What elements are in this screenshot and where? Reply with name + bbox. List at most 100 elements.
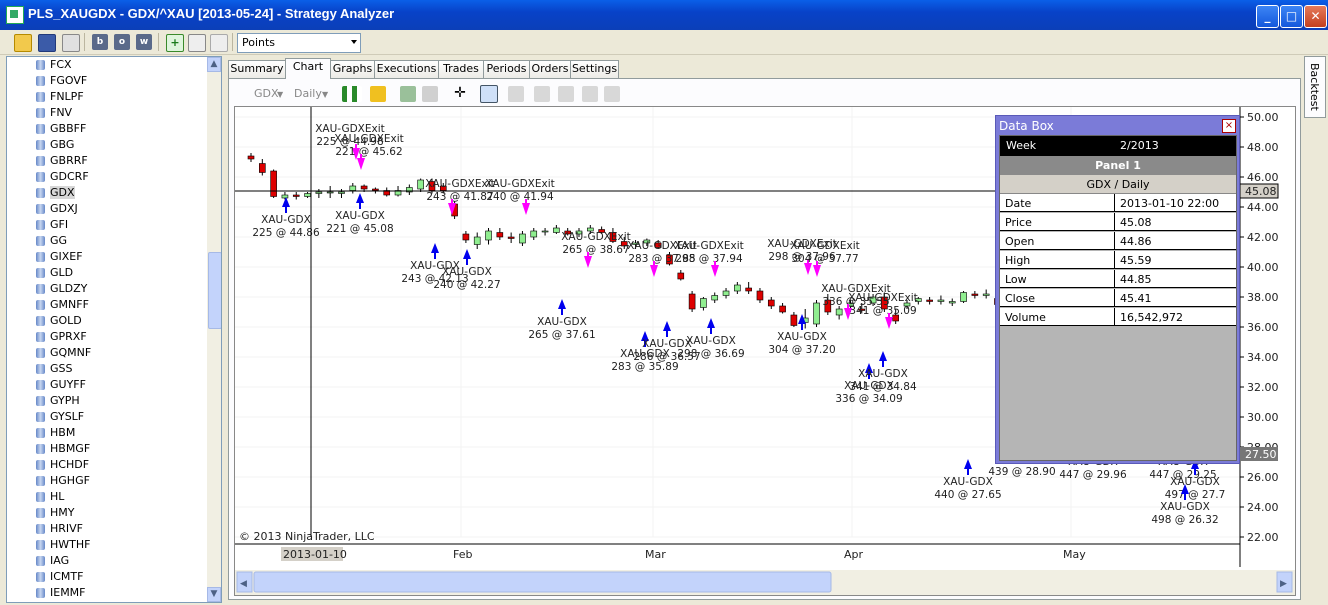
chart-period-select[interactable]: Daily bbox=[294, 87, 322, 100]
instrument-item[interactable]: GBRRF bbox=[36, 153, 88, 169]
scroll-thumb[interactable] bbox=[208, 252, 221, 329]
tab-graphs[interactable]: Graphs bbox=[330, 60, 375, 78]
instrument-item[interactable]: GFI bbox=[36, 217, 68, 233]
data-box-icon[interactable] bbox=[534, 86, 550, 102]
scroll-up-button[interactable]: ▲ bbox=[207, 57, 221, 72]
instrument-label: GBBFF bbox=[50, 122, 87, 135]
instrument-item[interactable]: ICMTF bbox=[36, 569, 84, 585]
price-tick-label: 22.00 bbox=[1247, 531, 1279, 544]
instrument-label: IEMMF bbox=[50, 586, 86, 599]
print-icon[interactable] bbox=[62, 34, 80, 52]
copy-icon[interactable] bbox=[582, 86, 598, 102]
chart-instrument-select[interactable]: GDX bbox=[254, 87, 279, 100]
instrument-item[interactable]: IEMMF bbox=[36, 585, 86, 601]
w-icon[interactable]: w bbox=[136, 34, 152, 50]
data-box-window[interactable]: Data Box × Week 2/2013 Panel 1 GDX / Dai… bbox=[995, 115, 1240, 464]
crosshair-icon[interactable]: ✛ bbox=[452, 86, 468, 102]
instrument-item[interactable]: GDX bbox=[36, 185, 75, 201]
instrument-item[interactable]: IAG bbox=[36, 553, 69, 569]
o-icon[interactable]: o bbox=[114, 34, 130, 50]
instrument-item[interactable]: HWTHF bbox=[36, 537, 90, 553]
minimize-button[interactable]: _ bbox=[1256, 5, 1279, 28]
candle-up bbox=[813, 302, 820, 325]
zoom-icon[interactable] bbox=[480, 85, 498, 103]
remove-icon[interactable] bbox=[210, 34, 228, 52]
tab-backtest[interactable]: Backtest bbox=[1304, 56, 1326, 118]
instrument-item[interactable]: HBM bbox=[36, 425, 75, 441]
instrument-item[interactable]: GYPH bbox=[36, 393, 80, 409]
mode-select[interactable]: Points bbox=[237, 33, 361, 53]
strategy-icon[interactable] bbox=[422, 86, 438, 102]
instrument-item[interactable]: FNV bbox=[36, 105, 72, 121]
price-tick-label: 40.00 bbox=[1247, 261, 1279, 274]
instrument-item[interactable]: GLDZY bbox=[36, 281, 87, 297]
trade-detail-label: 265 @ 37.61 bbox=[528, 329, 595, 341]
draw-pencil-icon[interactable] bbox=[370, 86, 386, 102]
instrument-item[interactable]: GOLD bbox=[36, 313, 82, 329]
open-folder-icon[interactable] bbox=[14, 34, 32, 52]
instrument-item[interactable]: HRIVF bbox=[36, 521, 83, 537]
candle-up bbox=[281, 194, 289, 199]
instrument-item[interactable]: GG bbox=[36, 233, 67, 249]
trade-detail-label: 304 @ 37.77 bbox=[791, 253, 858, 265]
instrument-item[interactable]: GBBFF bbox=[36, 121, 87, 137]
exit-label: XAU-GDXExit bbox=[485, 178, 555, 190]
properties-icon[interactable] bbox=[508, 86, 524, 102]
maximize-button[interactable]: □ bbox=[1280, 5, 1303, 28]
instrument-item[interactable]: GMNFF bbox=[36, 297, 89, 313]
instrument-item[interactable]: GLD bbox=[36, 265, 73, 281]
instrument-item[interactable]: GDCRF bbox=[36, 169, 89, 185]
chart-image-icon[interactable] bbox=[558, 86, 574, 102]
scroll-down-button[interactable]: ▼ bbox=[207, 587, 221, 602]
instrument-item[interactable]: GQMNF bbox=[36, 345, 92, 361]
database-icon bbox=[36, 396, 45, 406]
candle-up bbox=[711, 295, 719, 301]
instrument-item[interactable]: GBG bbox=[36, 137, 74, 153]
instrument-list[interactable]: FCX FGOVF FNLPF FNV GBBFF GBG GBRRF GDCRF GDX GDX… bbox=[6, 56, 222, 603]
candle-up bbox=[722, 290, 730, 296]
tab-executions[interactable]: Executions bbox=[374, 60, 439, 78]
edit-icon[interactable] bbox=[188, 34, 206, 52]
add-icon[interactable]: + bbox=[166, 34, 184, 52]
instrument-item[interactable]: GPRXF bbox=[36, 329, 87, 345]
instrument-label: ICMTF bbox=[50, 570, 84, 583]
tab-chart[interactable]: Chart bbox=[285, 58, 331, 79]
instrument-item[interactable]: HMY bbox=[36, 505, 74, 521]
instrument-item[interactable]: HGHGF bbox=[36, 473, 90, 489]
close-button[interactable]: ✕ bbox=[1304, 5, 1327, 28]
database-icon bbox=[36, 364, 45, 374]
instrument-item[interactable]: GIXEF bbox=[36, 249, 83, 265]
indicator-icon[interactable] bbox=[400, 86, 416, 102]
chart-style-icon[interactable] bbox=[342, 86, 362, 102]
database-icon bbox=[36, 156, 45, 166]
candle-down bbox=[971, 293, 979, 296]
instrument-item[interactable]: GSS bbox=[36, 361, 73, 377]
instrument-item[interactable]: GUYFF bbox=[36, 377, 86, 393]
trade-detail-label: 497 @ 27.7 bbox=[1165, 489, 1226, 501]
save-icon[interactable] bbox=[38, 34, 56, 52]
tab-settings[interactable]: Settings bbox=[570, 60, 619, 78]
instrument-item[interactable]: FGOVF bbox=[36, 73, 87, 89]
database-icon bbox=[36, 124, 45, 134]
instrument-item[interactable]: FNLPF bbox=[36, 89, 84, 105]
instrument-label: GQMNF bbox=[50, 346, 92, 359]
tab-periods[interactable]: Periods bbox=[483, 60, 530, 78]
chart-scroll-thumb[interactable] bbox=[253, 571, 832, 593]
instrument-item[interactable]: HL bbox=[36, 489, 64, 505]
data-box-close-button[interactable]: × bbox=[1222, 119, 1236, 133]
instrument-item[interactable]: GDXJ bbox=[36, 201, 78, 217]
instrument-item[interactable]: FCX bbox=[36, 57, 72, 73]
panel-icon[interactable] bbox=[604, 86, 620, 102]
candle-down bbox=[677, 272, 685, 280]
database-icon bbox=[36, 588, 45, 598]
tab-orders[interactable]: Orders bbox=[529, 60, 571, 78]
instrument-list-scrollbar[interactable]: ▲ ▼ bbox=[207, 57, 221, 602]
instrument-item[interactable]: GYSLF bbox=[36, 409, 84, 425]
database-icon bbox=[36, 508, 45, 518]
b-icon[interactable]: b bbox=[92, 34, 108, 50]
trade-detail-label: 225 @ 44.86 bbox=[252, 227, 320, 239]
instrument-item[interactable]: HCHDF bbox=[36, 457, 89, 473]
tab-trades[interactable]: Trades bbox=[438, 60, 484, 78]
instrument-item[interactable]: HBMGF bbox=[36, 441, 90, 457]
tab-summary[interactable]: Summary bbox=[228, 60, 286, 78]
